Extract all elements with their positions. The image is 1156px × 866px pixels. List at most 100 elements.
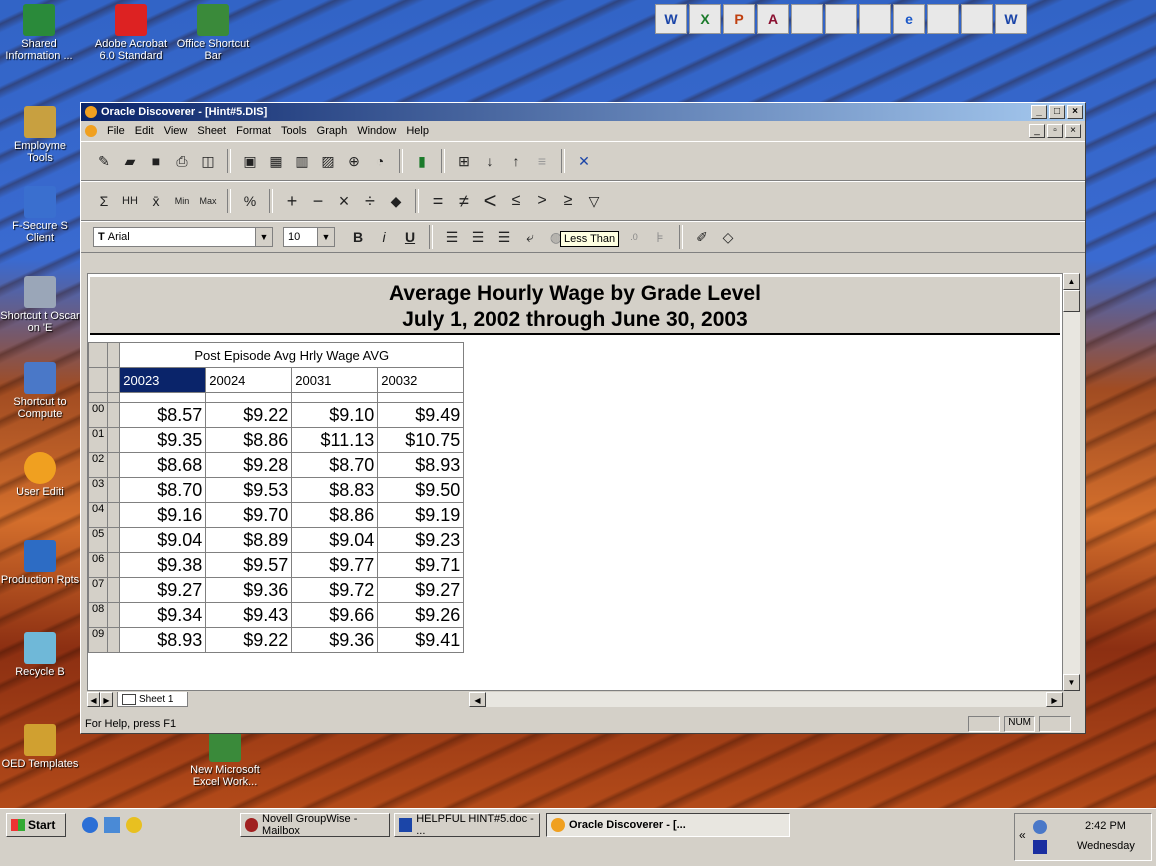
data-cell[interactable]: $9.77 — [291, 552, 379, 578]
save-icon[interactable]: ■ — [145, 150, 167, 172]
window-titlebar[interactable]: Oracle Discoverer - [Hint#5.DIS] _ □ × — [81, 103, 1085, 121]
tray-expand-icon[interactable]: « — [1019, 828, 1026, 842]
data-cell[interactable]: $8.86 — [291, 502, 379, 528]
word-icon-2[interactable]: W — [995, 4, 1027, 34]
task-helpful-hint[interactable]: HELPFUL HINT#5.doc - ... — [394, 813, 540, 837]
column-header-20024[interactable]: 20024 — [205, 367, 293, 393]
menu-window[interactable]: Window — [357, 125, 396, 137]
data-cell[interactable]: $9.22 — [205, 402, 293, 428]
data-cell[interactable]: $9.49 — [377, 402, 465, 428]
horizontal-scrollbar[interactable]: ◀ ▶ — [469, 692, 1063, 707]
desktop-icon-employment-tools[interactable]: Employme Tools — [0, 106, 80, 164]
pivot-icon[interactable]: ⊞ — [453, 150, 475, 172]
office-app-icon-5[interactable] — [791, 4, 823, 34]
tab-scroll-right-icon[interactable]: ▶ — [100, 692, 113, 707]
task-oracle-discoverer[interactable]: Oracle Discoverer - [... — [546, 813, 790, 837]
data-cell[interactable]: $9.23 — [377, 527, 465, 553]
scroll-right-icon[interactable]: ▶ — [1046, 692, 1063, 707]
divide-button[interactable]: ÷ — [359, 190, 381, 212]
desktop-icon-shortcut-oscar[interactable]: Shortcut t Oscar on 'E — [0, 276, 80, 334]
desktop-icon-user-edit[interactable]: User Editi — [0, 452, 80, 498]
desktop-icon-new-excel[interactable]: New Microsoft Excel Work... — [186, 730, 264, 788]
excel-icon[interactable]: X — [689, 4, 721, 34]
align-center-icon[interactable]: ☰ — [467, 226, 489, 248]
maximize-button[interactable]: □ — [1049, 105, 1065, 119]
word-icon[interactable]: W — [655, 4, 687, 34]
menu-edit[interactable]: Edit — [135, 125, 154, 137]
data-cell[interactable]: $8.93 — [377, 452, 465, 478]
data-cell[interactable]: $9.34 — [119, 602, 207, 628]
font-size-combo[interactable]: 10 ▼ — [283, 227, 335, 247]
fill-color-icon[interactable]: ◇ — [717, 226, 739, 248]
less-equal-button[interactable]: ≤ — [505, 190, 527, 212]
data-cell[interactable]: $9.22 — [205, 627, 293, 653]
table-icon[interactable]: ▦ — [265, 150, 287, 172]
chevron-down-icon[interactable]: ▼ — [317, 228, 334, 246]
scroll-up-icon[interactable]: ▲ — [1063, 273, 1080, 290]
row-header-08[interactable]: 08 — [88, 602, 109, 628]
row-header-00[interactable]: 00 — [88, 402, 109, 428]
decrease-decimal-icon[interactable]: .0 — [623, 226, 645, 248]
report-worksheet[interactable]: Average Hourly Wage by Grade Level July … — [87, 273, 1063, 691]
underline-button[interactable]: U — [399, 226, 421, 248]
align-right-icon[interactable]: ☰ — [493, 226, 515, 248]
desktop-icon-production-rpts[interactable]: Production Rpts — [0, 540, 80, 586]
menu-file[interactable]: File — [107, 125, 125, 137]
equals-button[interactable]: = — [427, 190, 449, 212]
office-app-icon-9[interactable] — [927, 4, 959, 34]
minimize-button[interactable]: _ — [1031, 105, 1047, 119]
menu-tools[interactable]: Tools — [281, 125, 307, 137]
graph-icon[interactable]: ▮ — [411, 150, 433, 172]
row-header-09[interactable]: 09 — [88, 627, 109, 653]
multiply-button[interactable]: × — [333, 190, 355, 212]
data-cell[interactable]: $9.04 — [291, 527, 379, 553]
document-icon[interactable] — [85, 125, 97, 137]
data-cell[interactable]: $9.70 — [205, 502, 293, 528]
indent-icon[interactable]: ⊧ — [649, 226, 671, 248]
data-cell[interactable]: $8.83 — [291, 477, 379, 503]
powerpoint-icon[interactable]: P — [723, 4, 755, 34]
doc-minimize-button[interactable]: _ — [1029, 124, 1045, 138]
data-cell[interactable]: $10.75 — [377, 427, 465, 453]
data-cell[interactable]: $9.53 — [205, 477, 293, 503]
menu-view[interactable]: View — [164, 125, 188, 137]
globe-icon[interactable] — [859, 4, 891, 34]
data-cell[interactable]: $8.93 — [119, 627, 207, 653]
office-app-icon-10[interactable] — [961, 4, 993, 34]
sort-ascending-icon[interactable]: ↓ — [479, 150, 501, 172]
menu-graph[interactable]: Graph — [317, 125, 348, 137]
menu-format[interactable]: Format — [236, 125, 271, 137]
data-cell[interactable]: $9.04 — [119, 527, 207, 553]
tab-scroll-left-icon[interactable]: ◀ — [87, 692, 100, 707]
doc-close-button[interactable]: × — [1065, 124, 1081, 138]
internet-explorer-icon[interactable]: e — [893, 4, 925, 34]
column-header-20023[interactable]: 20023 — [119, 367, 207, 393]
row-header-04[interactable]: 04 — [88, 502, 109, 528]
row-header-03[interactable]: 03 — [88, 477, 109, 503]
vertical-scrollbar[interactable]: ▲ ▼ — [1063, 273, 1080, 691]
crosstab-icon[interactable]: ▥ — [291, 150, 313, 172]
minus-button[interactable]: − — [307, 190, 329, 212]
wrap-text-icon[interactable]: ⤶ — [519, 226, 541, 248]
zoom-icon[interactable]: ⊕ — [343, 150, 365, 172]
chevron-down-icon[interactable]: ▼ — [255, 228, 272, 246]
average-button[interactable]: x̄ — [145, 190, 167, 212]
greater-than-button[interactable]: > — [531, 190, 553, 212]
close-button[interactable]: × — [1067, 105, 1083, 119]
doc-restore-button[interactable]: ▫ — [1047, 124, 1063, 138]
data-cell[interactable]: $11.13 — [291, 427, 379, 453]
calendar-icon[interactable] — [1033, 840, 1047, 854]
column-header-20032[interactable]: 20032 — [377, 367, 465, 393]
row-header-06[interactable]: 06 — [88, 552, 109, 578]
sort-descending-icon[interactable]: ↑ — [505, 150, 527, 172]
data-cell[interactable]: $8.70 — [119, 477, 207, 503]
row-header-05[interactable]: 05 — [88, 527, 109, 553]
min-button[interactable]: Min — [171, 190, 193, 212]
data-cell[interactable]: $8.89 — [205, 527, 293, 553]
row-header-01[interactable]: 01 — [88, 427, 109, 453]
data-cell[interactable]: $9.10 — [291, 402, 379, 428]
measure-header[interactable]: Post Episode Avg Hrly Wage AVG — [119, 342, 465, 368]
less-than-button[interactable]: < — [479, 188, 501, 213]
scroll-thumb[interactable] — [1063, 290, 1080, 312]
network-icon[interactable] — [1033, 820, 1047, 834]
